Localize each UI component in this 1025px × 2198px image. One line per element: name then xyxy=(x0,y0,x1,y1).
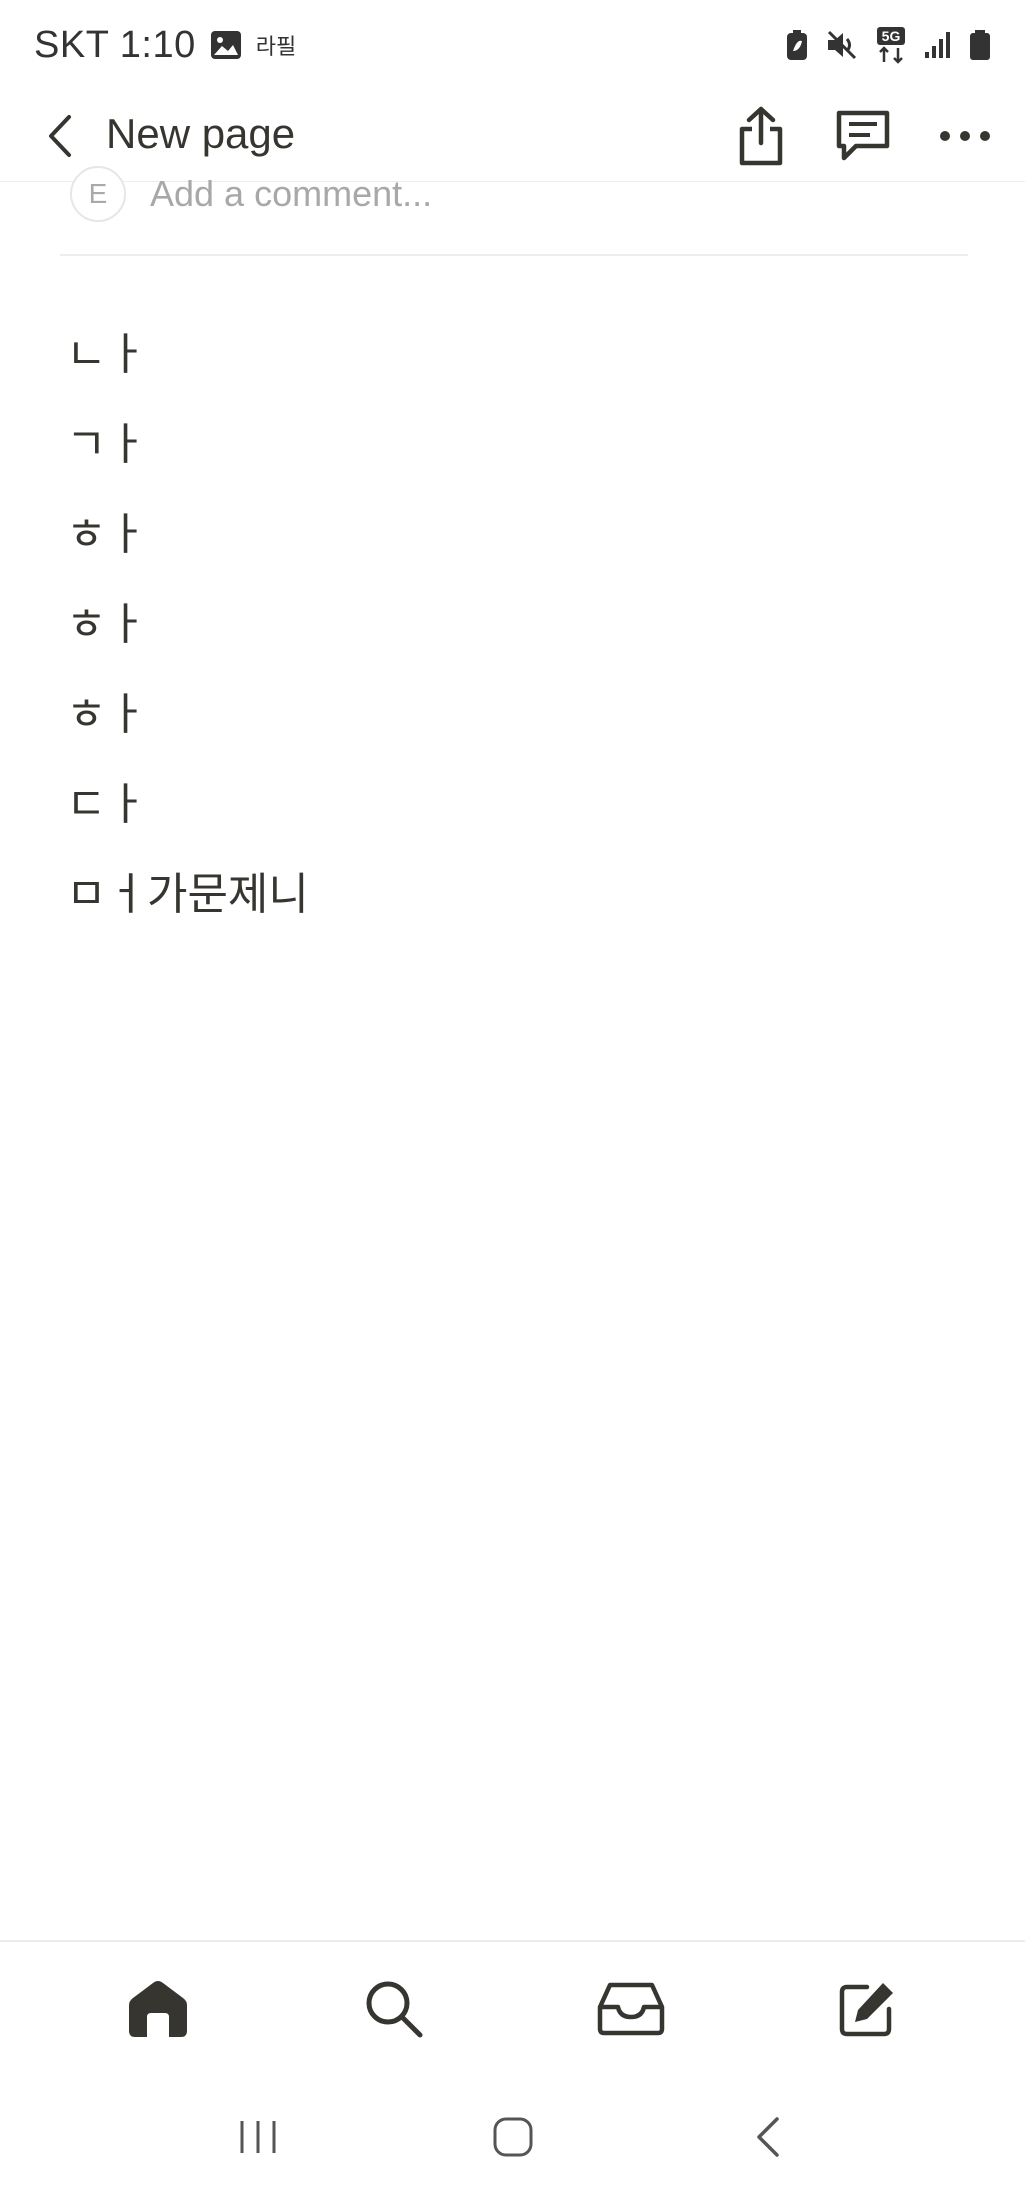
share-icon xyxy=(739,106,783,166)
back-button[interactable] xyxy=(28,104,92,168)
avatar: E xyxy=(70,166,126,222)
recents-button[interactable] xyxy=(203,2092,313,2182)
status-bar: SKT 1:10 라필 5G xyxy=(0,0,1025,90)
more-icon xyxy=(940,131,990,141)
page-content: ㄴㅏ ㄱㅏ ㅎㅏ ㅎㅏ ㅎㅏ ㄷㅏ ㅁㅓ가문제니 xyxy=(66,305,966,935)
status-left: SKT 1:10 라필 xyxy=(34,24,296,67)
notification-badge: 라필 xyxy=(255,35,297,60)
5g-data-icon: 5G xyxy=(875,26,907,64)
comment-input[interactable] xyxy=(150,168,930,220)
back-icon xyxy=(756,2116,779,2157)
home-icon xyxy=(129,1980,188,2037)
carrier-time: SKT 1:10 xyxy=(34,23,196,66)
system-nav xyxy=(0,2075,1025,2198)
inbox-icon xyxy=(597,1982,664,2035)
text-block[interactable]: ㅎㅏ xyxy=(66,485,966,575)
battery-icon xyxy=(969,29,991,61)
home-button-icon xyxy=(493,2117,532,2156)
text-block[interactable]: ㅎㅏ xyxy=(66,665,966,755)
search-icon xyxy=(366,1981,423,2037)
text-block[interactable]: ㄴㅏ xyxy=(66,305,966,395)
nav-search-button[interactable] xyxy=(334,1954,454,2064)
image-icon xyxy=(210,30,242,60)
mute-icon xyxy=(825,29,859,61)
nav-inbox-button[interactable] xyxy=(571,1954,691,2064)
text-block[interactable]: ㅁㅓ가문제니 xyxy=(66,845,966,935)
text-block[interactable]: ㄱㅏ xyxy=(66,395,966,485)
page-title: New page xyxy=(106,110,296,157)
text-block[interactable]: ㄷㅏ xyxy=(66,755,966,845)
signal-icon xyxy=(923,30,953,60)
text-block[interactable]: ㅎㅏ xyxy=(66,575,966,665)
comment-row: E xyxy=(60,160,968,256)
chevron-left-icon xyxy=(49,115,71,157)
comment-icon xyxy=(836,110,890,161)
screen: SKT 1:10 라필 5G New page E Add a comment.… xyxy=(0,0,1025,2198)
nav-new-page-button[interactable] xyxy=(807,1954,927,2064)
nav-home-button[interactable] xyxy=(98,1954,218,2064)
system-home-button[interactable] xyxy=(458,2092,568,2182)
system-back-button[interactable] xyxy=(713,2092,823,2182)
status-right: 5G xyxy=(785,26,991,64)
new-page-icon xyxy=(839,1982,893,2036)
recents-icon xyxy=(240,2120,275,2153)
battery-saver-icon xyxy=(785,29,809,61)
network-label: 5G xyxy=(882,28,901,44)
bottom-nav xyxy=(0,1940,1025,2075)
